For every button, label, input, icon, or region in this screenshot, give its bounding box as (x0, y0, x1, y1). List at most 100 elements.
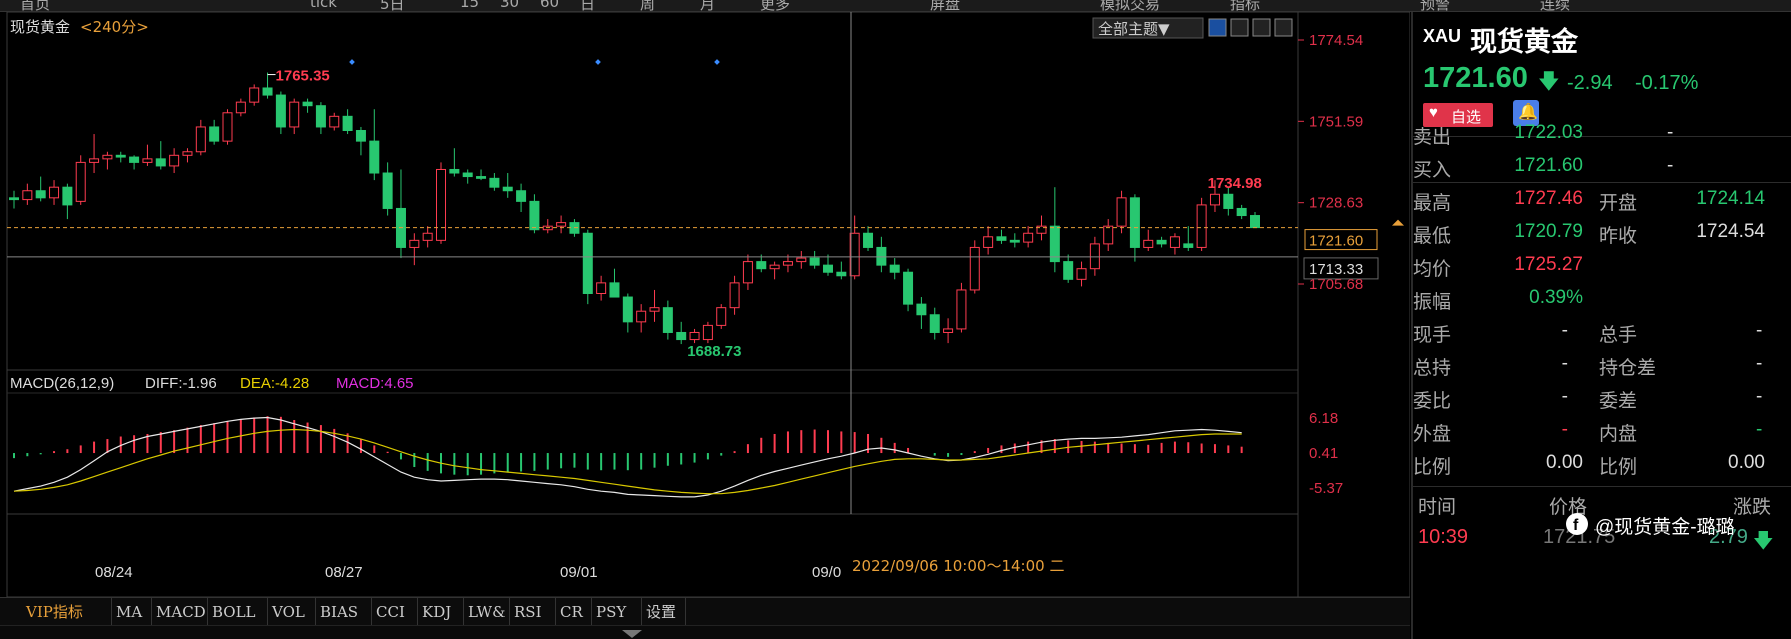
candle (1089, 243, 1100, 270)
ratio-label: 比例 (1413, 457, 1452, 478)
toolbar-item[interactable]: tick (310, 0, 337, 11)
indicator-tab[interactable]: BOLL (208, 598, 268, 626)
macd-diff-label: DIFF:-1.96 (145, 375, 217, 392)
candle (89, 158, 100, 163)
candle (929, 314, 940, 333)
buy-price: 1721.60 (1514, 155, 1583, 176)
quote-panel: XAU 现货黄金 1721.60 🡇 -2.94 -0.17% ♥ 自选 🔔 卖… (1411, 12, 1791, 639)
total-hand-value: - (1756, 320, 1763, 341)
x-tick-label: 09/01 (560, 564, 598, 581)
candle (262, 87, 273, 96)
toolbar-item[interactable]: 指标 (1230, 0, 1260, 11)
wei-bi-label: 委比 (1413, 391, 1452, 412)
inner-label: 内盘 (1599, 424, 1638, 445)
indicator-tab[interactable]: VIP指标 (22, 598, 112, 626)
toolbar-item[interactable]: 周 (640, 0, 655, 11)
indicator-tab[interactable]: BIAS (316, 598, 372, 626)
high-label: 1765.35 (276, 68, 330, 85)
inner-value: - (1756, 419, 1763, 440)
candle (9, 197, 19, 201)
indicator-tab[interactable]: PSY (592, 598, 642, 626)
sell-volume: - (1667, 122, 1674, 143)
kline-chart[interactable]: 现货黄金 <240分> 全部主题▼1774.541751.591728.631705… (0, 12, 1410, 597)
candle (102, 154, 113, 160)
indicator-tab[interactable]: 设置 (642, 598, 686, 626)
buy-label: 买入 (1413, 160, 1452, 181)
candle (676, 331, 687, 341)
candle (329, 115, 340, 128)
x-tick-label: 09/0 (812, 564, 841, 581)
indicator-tab[interactable]: RSI (510, 598, 556, 626)
candle (849, 232, 860, 277)
toolbar-item[interactable]: 连续 (1540, 0, 1570, 11)
toolbar-item[interactable]: 60 (540, 0, 559, 11)
candle (1236, 207, 1247, 217)
candle (809, 257, 820, 266)
price-arrow-icon (1392, 219, 1404, 226)
candle (1129, 197, 1140, 248)
event-marker[interactable] (595, 59, 601, 65)
candle (195, 126, 206, 153)
indicator-tab[interactable]: VOL (268, 598, 316, 626)
toolbar-item[interactable]: 日 (580, 0, 595, 11)
toolbar-item[interactable]: 月 (700, 0, 715, 11)
indicator-tab[interactable]: CR (556, 598, 592, 626)
candle (1196, 204, 1207, 248)
candle (222, 112, 233, 142)
candle (516, 190, 527, 202)
candle (22, 190, 33, 201)
candle (889, 264, 900, 273)
event-marker[interactable] (349, 59, 355, 65)
crosshair-icon[interactable] (1208, 18, 1227, 37)
prev-close-value: 1724.54 (1696, 221, 1765, 242)
candle (342, 115, 353, 131)
cur-hand-label: 现手 (1413, 325, 1452, 346)
ratio2-value: 0.00 (1728, 452, 1765, 473)
toolbar-item[interactable]: 5日 (380, 0, 405, 11)
theme-button-label: 全部主题▼ (1098, 20, 1170, 38)
amplitude-value: 0.39% (1529, 287, 1583, 308)
candle (943, 328, 954, 333)
toolbar-item[interactable]: 30 (500, 0, 519, 11)
layout2-icon[interactable] (1252, 18, 1271, 37)
candle (729, 282, 740, 309)
last-price: 1721.60 (1423, 62, 1528, 94)
toolbar-item[interactable]: 更多 (760, 0, 790, 11)
candle (355, 129, 366, 142)
price-tick-label: 1774.54 (1309, 32, 1363, 49)
toolbar-item[interactable]: 屏盘 (930, 0, 960, 11)
cursor-time-label: 2022/09/06 10:00～14:00 二 (852, 557, 1064, 575)
toolbar-item[interactable]: 预警 (1420, 0, 1450, 11)
candle (315, 105, 326, 128)
toolbar-item[interactable]: 模拟交易 (1100, 0, 1160, 11)
candle (275, 94, 286, 128)
layout-icon[interactable] (1230, 18, 1249, 37)
candle (782, 261, 793, 266)
indicator-tab[interactable]: MA (112, 598, 152, 626)
candle (1143, 239, 1154, 248)
total-hold-label: 总持 (1413, 358, 1452, 379)
candle (62, 186, 73, 206)
candle (422, 232, 433, 241)
indicator-tab[interactable]: CCI (372, 598, 418, 626)
top-toolbar: 首页 tick 5日 15 30 60 日 周 月 更多 屏盘 模拟交易 指标 预警 连续 (0, 0, 1791, 12)
event-marker[interactable] (714, 59, 720, 65)
total-hold-value: - (1561, 353, 1568, 374)
toolbar-item[interactable]: 首页 (20, 0, 50, 11)
candle (983, 236, 994, 248)
candle (1209, 193, 1220, 206)
col-change-header: 涨跌 (1733, 497, 1772, 518)
candle (289, 101, 300, 128)
indicator-tab[interactable]: KDJ (418, 598, 464, 626)
candle (1049, 225, 1060, 263)
indicator-tab[interactable]: LW& (464, 598, 510, 626)
candle (716, 307, 727, 326)
down-arrow-icon: 🡇 (1753, 530, 1774, 552)
toolbar-item[interactable]: 15 (460, 0, 479, 11)
indicator-tab[interactable]: MACD (152, 598, 208, 626)
chart-scrollbar[interactable] (0, 625, 1410, 639)
layout3-icon[interactable] (1274, 18, 1293, 37)
low-value: 1720.79 (1514, 221, 1583, 242)
candle (662, 307, 673, 333)
candle (1103, 225, 1114, 245)
